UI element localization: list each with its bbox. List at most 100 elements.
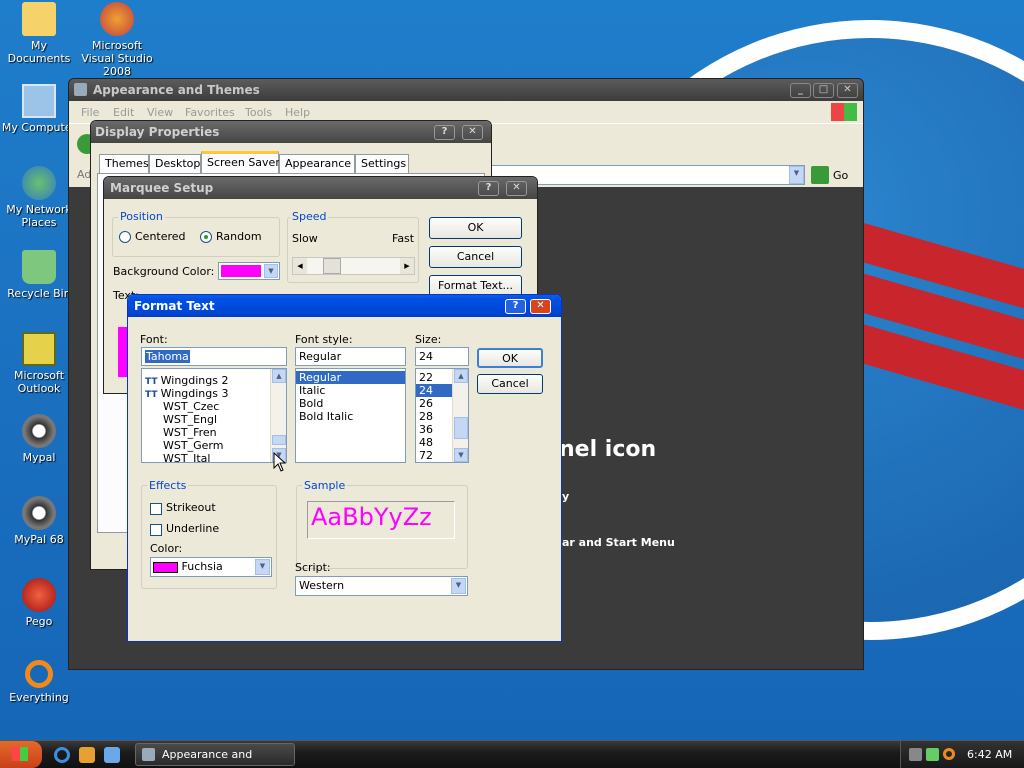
content-line[interactable]: ar and Start Menu [562, 536, 675, 549]
list-item[interactable]: TT Wingdings 3 [142, 387, 286, 400]
ok-button[interactable]: OK [477, 348, 543, 368]
list-item[interactable]: WST_Czec [142, 400, 286, 413]
list-item[interactable]: Italic [296, 384, 405, 397]
underline-checkbox[interactable] [150, 524, 162, 536]
clock[interactable]: 6:42 AM [967, 748, 1012, 761]
menu-favorites[interactable]: Favorites [185, 106, 235, 119]
help-button[interactable]: ? [505, 299, 526, 314]
address-dropdown[interactable]: ▼ [789, 166, 804, 184]
windows-flag-icon [12, 747, 28, 761]
desktop-icon-my-computer[interactable]: My Computer [0, 84, 78, 134]
list-item[interactable]: 22 [416, 371, 452, 384]
slider-thumb[interactable] [323, 258, 341, 274]
font-style-input[interactable]: Regular [295, 347, 406, 366]
size-scrollbar[interactable]: ▲ ▼ [452, 369, 468, 462]
taskbar: Appearance and Themes 6:42 AM [0, 740, 1024, 768]
close-button[interactable]: ✕ [462, 125, 483, 140]
icon-label: Microsoft Visual Studio 2008 [81, 39, 153, 78]
list-item[interactable]: 72 [416, 449, 452, 462]
list-item[interactable]: 48 [416, 436, 452, 449]
list-item[interactable]: WST_Germ [142, 439, 286, 452]
font-style-list[interactable]: Regular Italic Bold Bold Italic [295, 368, 406, 463]
desktop-icon-everything[interactable]: Everything [0, 660, 78, 704]
list-item[interactable]: Bold Italic [296, 410, 405, 423]
random-radio[interactable] [200, 231, 212, 243]
list-item[interactable]: 26 [416, 397, 452, 410]
list-item[interactable]: WST_Fren [142, 426, 286, 439]
cancel-button[interactable]: Cancel [429, 246, 522, 268]
icon-label: MyPal 68 [14, 533, 64, 546]
tab-themes[interactable]: Themes [99, 154, 149, 173]
menu-file[interactable]: File [81, 106, 99, 119]
menu-help[interactable]: Help [285, 106, 310, 119]
chevron-down-icon[interactable]: ▼ [255, 559, 270, 575]
show-desktop-icon[interactable] [104, 747, 120, 763]
font-scrollbar[interactable]: ▲ ▼ [270, 369, 286, 462]
windows-logo-icon [831, 103, 857, 121]
script-select[interactable]: Western ▼ [295, 576, 468, 596]
speed-slider[interactable]: ◀ ▶ [292, 257, 415, 275]
desktop-icon-mypal[interactable]: Mypal [0, 414, 78, 464]
underline-label[interactable]: Underline [166, 522, 219, 535]
list-item[interactable]: WST_Engl [142, 413, 286, 426]
centered-radio[interactable] [119, 231, 131, 243]
tray-search-icon[interactable] [943, 748, 955, 760]
close-button[interactable]: ✕ [530, 299, 551, 314]
tab-desktop[interactable]: Desktop [149, 154, 201, 173]
maximize-button[interactable]: □ [813, 83, 834, 98]
desktop-icon-pego[interactable]: Pego [0, 578, 78, 628]
start-button[interactable] [0, 741, 42, 768]
tab-strip: Themes Desktop Screen Saver Appearance S… [99, 151, 489, 174]
size-input[interactable]: 24 [415, 347, 469, 366]
go-button-label[interactable]: Go [833, 169, 848, 182]
list-item[interactable]: WST_Ital [142, 452, 286, 462]
list-item[interactable]: Bold [296, 397, 405, 410]
quick-launch-app-icon[interactable] [79, 747, 95, 763]
tab-settings[interactable]: Settings [355, 154, 409, 173]
list-item[interactable]: 24 [416, 384, 452, 397]
strikeout-checkbox[interactable] [150, 503, 162, 515]
minimize-button[interactable]: _ [790, 83, 811, 98]
close-button[interactable]: ✕ [837, 83, 858, 98]
content-line[interactable]: y [562, 490, 569, 503]
documents-folder-icon [22, 2, 56, 36]
ok-button[interactable]: OK [429, 217, 522, 239]
tab-screen-saver[interactable]: Screen Saver [201, 151, 280, 173]
strikeout-label[interactable]: Strikeout [166, 501, 216, 514]
desktop-icon-network[interactable]: My Network Places [0, 166, 78, 229]
background-color-picker[interactable]: ▼ [218, 262, 280, 280]
help-button[interactable]: ? [434, 125, 455, 140]
cancel-button[interactable]: Cancel [477, 374, 543, 394]
list-item[interactable]: 28 [416, 410, 452, 423]
desktop-icon-my-documents[interactable]: My Documents [0, 2, 78, 65]
list-item[interactable]: 36 [416, 423, 452, 436]
menu-view[interactable]: View [147, 106, 173, 119]
tab-appearance[interactable]: Appearance [279, 154, 355, 173]
help-button[interactable]: ? [478, 181, 499, 196]
desktop-icon-outlook[interactable]: Microsoft Outlook [0, 332, 78, 395]
go-arrow-icon[interactable] [811, 166, 829, 184]
font-list[interactable]: TT Wingdings 2 TT Wingdings 3 WST_Czec W… [141, 368, 287, 463]
desktop-icon-visual-studio[interactable]: Microsoft Visual Studio 2008 [77, 2, 157, 78]
menu-tools[interactable]: Tools [245, 106, 272, 119]
fast-label: Fast [392, 232, 415, 245]
menu-edit[interactable]: Edit [113, 106, 134, 119]
list-item[interactable]: TT Wingdings 2 [142, 374, 286, 387]
internet-explorer-icon[interactable] [54, 747, 70, 763]
size-list[interactable]: 22 24 26 28 36 48 72 ▲ ▼ [415, 368, 469, 463]
random-label[interactable]: Random [216, 230, 262, 243]
centered-label[interactable]: Centered [135, 230, 186, 243]
scrollbar-thumb[interactable] [272, 435, 286, 445]
color-select[interactable]: Fuchsia ▼ [150, 557, 272, 577]
tray-network-icon[interactable] [909, 748, 922, 761]
close-button[interactable]: ✕ [506, 181, 527, 196]
window-title: Display Properties [95, 125, 220, 139]
chevron-down-icon[interactable]: ▼ [451, 578, 466, 594]
desktop-icon-mypal-68[interactable]: MyPal 68 [0, 496, 78, 546]
list-item[interactable]: Regular [296, 371, 405, 384]
font-input[interactable]: Tahoma [141, 347, 287, 366]
scrollbar-thumb[interactable] [454, 417, 468, 439]
tray-app-icon[interactable] [926, 748, 939, 761]
taskbar-button-appearance[interactable]: Appearance and Themes [135, 743, 295, 766]
desktop-icon-recycle-bin[interactable]: Recycle Bin [0, 250, 78, 300]
